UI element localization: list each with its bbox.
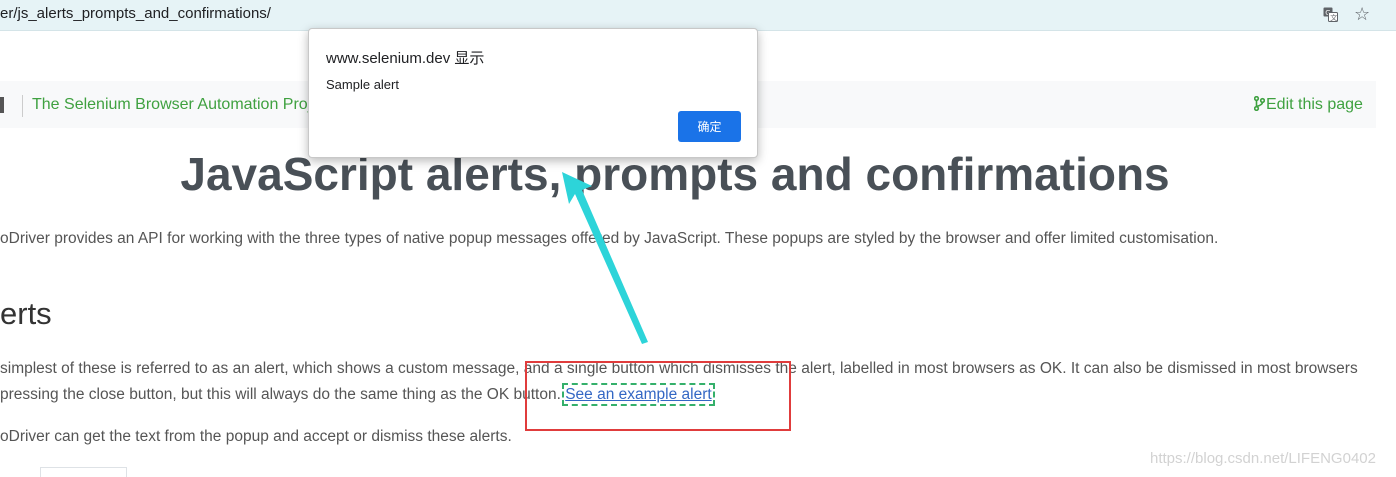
- nav-divider: [22, 95, 23, 117]
- code-tab[interactable]: [40, 467, 127, 477]
- svg-text:文: 文: [1330, 13, 1337, 22]
- highlight-box: [525, 361, 791, 431]
- alert-message: Sample alert: [326, 77, 399, 92]
- watermark: https://blog.csdn.net/LIFENG0402: [1150, 450, 1376, 467]
- section-heading-alerts: erts: [0, 296, 52, 331]
- star-icon[interactable]: ☆: [1354, 4, 1370, 24]
- edit-page-link[interactable]: Edit this page: [1254, 96, 1363, 114]
- translate-icon[interactable]: G 文: [1323, 7, 1338, 22]
- pointer-arrow: [562, 172, 648, 344]
- webdriver-paragraph: oDriver can get the text from the popup …: [0, 428, 512, 445]
- nav-menu-icon[interactable]: [0, 97, 4, 113]
- breadcrumb-link[interactable]: The Selenium Browser Automation Project: [32, 96, 312, 114]
- alert-dialog: www.selenium.dev 显示 Sample alert 确定: [308, 28, 758, 158]
- alert-origin: www.selenium.dev 显示: [326, 50, 485, 67]
- code-branch-icon: [1254, 96, 1265, 111]
- alerts-paragraph-text: pressing the close button, but this will…: [0, 386, 566, 403]
- alert-ok-button[interactable]: 确定: [678, 111, 741, 142]
- browser-window: er/js_alerts_prompts_and_confirmations/ …: [0, 0, 1396, 477]
- address-bar[interactable]: er/js_alerts_prompts_and_confirmations/ …: [0, 0, 1396, 31]
- url-text[interactable]: er/js_alerts_prompts_and_confirmations/: [0, 5, 271, 22]
- edit-page-label: Edit this page: [1266, 96, 1363, 113]
